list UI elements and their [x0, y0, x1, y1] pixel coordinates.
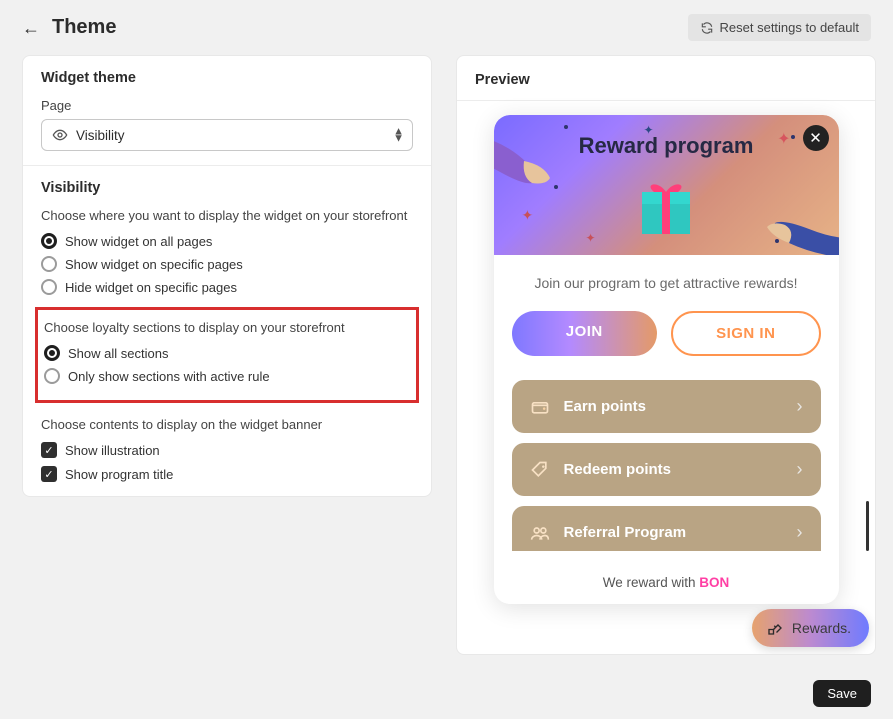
action-label: Redeem points	[564, 461, 783, 478]
widget-subtitle: Join our program to get attractive rewar…	[512, 275, 821, 291]
confetti-icon	[564, 125, 568, 129]
footer-brand: BON	[699, 575, 729, 590]
reset-settings-button[interactable]: Reset settings to default	[688, 14, 871, 41]
action-label: Referral Program	[564, 524, 783, 541]
page-select[interactable]: Visibility ▲▼	[41, 119, 413, 151]
banner-helper: Choose contents to display on the widget…	[41, 417, 413, 432]
refresh-icon	[700, 21, 714, 35]
star-icon: ✦	[522, 207, 534, 224]
save-label: Save	[827, 686, 857, 701]
floating-rewards-button[interactable]: Rewards.	[752, 609, 869, 647]
close-icon: ✕	[809, 129, 822, 147]
visibility-helper: Choose where you want to display the wid…	[41, 208, 413, 223]
back-arrow-icon[interactable]: ←	[22, 19, 40, 37]
page-select-value: Visibility	[76, 128, 125, 143]
action-redeem-points[interactable]: Redeem points ›	[512, 443, 821, 496]
hero-title: Reward program	[494, 133, 839, 159]
signin-button[interactable]: SIGN IN	[671, 311, 821, 356]
preview-scrollbar[interactable]	[866, 501, 869, 551]
sections-helper: Choose loyalty sections to display on yo…	[44, 320, 410, 335]
preview-panel: Preview ✦ ✦ ✦ ✦	[456, 55, 876, 655]
checkbox-label: Show program title	[65, 467, 173, 482]
radio-dot-icon	[41, 279, 57, 295]
join-button[interactable]: JOIN	[512, 311, 658, 356]
radio-dot-icon	[41, 233, 57, 249]
radio-dot-icon	[41, 256, 57, 272]
widget-body: Join our program to get attractive rewar…	[494, 255, 839, 563]
gift-icon	[630, 170, 702, 247]
save-button[interactable]: Save	[813, 680, 871, 707]
widget-footer: We reward with BON	[494, 567, 839, 604]
radio-label: Show all sections	[68, 346, 168, 361]
title-wrap: ← Theme	[22, 16, 116, 39]
action-list: Earn points › Redeem points › Referral P…	[512, 380, 821, 553]
widget-card: ✦ ✦ ✦ ✦	[494, 115, 839, 604]
close-widget-button[interactable]: ✕	[803, 125, 829, 151]
page-title: Theme	[52, 16, 116, 39]
widget-hero: ✦ ✦ ✦ ✦	[494, 115, 839, 255]
auth-buttons: JOIN SIGN IN	[512, 311, 821, 356]
radio-label: Show widget on all pages	[65, 234, 212, 249]
chevron-right-icon: ›	[797, 522, 803, 543]
radio-hide-specific-pages[interactable]: Hide widget on specific pages	[41, 279, 413, 295]
radio-label: Only show sections with active rule	[68, 369, 270, 384]
action-referral-program[interactable]: Referral Program ›	[512, 506, 821, 553]
gift-hand-icon	[766, 619, 784, 637]
section-title-visibility: Visibility	[41, 180, 413, 196]
checkbox-show-illustration[interactable]: ✓ Show illustration	[41, 442, 413, 458]
radio-dot-icon	[44, 345, 60, 361]
reset-label: Reset settings to default	[720, 20, 859, 35]
card-bottom-cutoff	[494, 551, 839, 567]
wallet-icon	[530, 397, 550, 417]
section-widget-theme: Widget theme Page Visibility ▲▼	[23, 56, 431, 166]
chevron-right-icon: ›	[797, 459, 803, 480]
banner-checkbox-group: ✓ Show illustration ✓ Show program title	[41, 442, 413, 482]
checkbox-show-program-title[interactable]: ✓ Show program title	[41, 466, 413, 482]
page-label: Page	[41, 98, 413, 113]
section-visibility: Visibility Choose where you want to disp…	[23, 166, 431, 496]
section-title-widget-theme: Widget theme	[41, 70, 413, 86]
highlighted-sections-box: Choose loyalty sections to display on yo…	[35, 307, 419, 403]
updown-icon: ▲▼	[393, 128, 404, 141]
radio-label: Show widget on specific pages	[65, 257, 243, 272]
footer-prefix: We reward with	[603, 575, 700, 590]
checkbox-checked-icon: ✓	[41, 442, 57, 458]
radio-label: Hide widget on specific pages	[65, 280, 237, 295]
hand-right-icon	[749, 199, 839, 255]
checkbox-label: Show illustration	[65, 443, 160, 458]
page-header: ← Theme Reset settings to default	[0, 0, 893, 55]
join-label: JOIN	[566, 323, 603, 340]
checkbox-checked-icon: ✓	[41, 466, 57, 482]
settings-panel: Widget theme Page Visibility ▲▼ Visibili…	[22, 55, 432, 497]
signin-label: SIGN IN	[716, 325, 775, 342]
people-icon	[530, 523, 550, 543]
tag-icon	[530, 460, 550, 480]
preview-header: Preview	[457, 56, 875, 101]
radio-active-rule-only[interactable]: Only show sections with active rule	[44, 368, 410, 384]
display-radio-group: Show widget on all pages Show widget on …	[41, 233, 413, 295]
sections-radio-group: Show all sections Only show sections wit…	[44, 345, 410, 384]
floating-rewards-label: Rewards.	[792, 620, 851, 636]
eye-icon	[52, 127, 68, 143]
star-icon: ✦	[586, 231, 596, 245]
chevron-right-icon: ›	[797, 396, 803, 417]
radio-show-all-sections[interactable]: Show all sections	[44, 345, 410, 361]
preview-area: ✦ ✦ ✦ ✦	[457, 101, 875, 653]
radio-dot-icon	[44, 368, 60, 384]
action-earn-points[interactable]: Earn points ›	[512, 380, 821, 433]
radio-show-specific-pages[interactable]: Show widget on specific pages	[41, 256, 413, 272]
radio-show-all-pages[interactable]: Show widget on all pages	[41, 233, 413, 249]
action-label: Earn points	[564, 398, 783, 415]
